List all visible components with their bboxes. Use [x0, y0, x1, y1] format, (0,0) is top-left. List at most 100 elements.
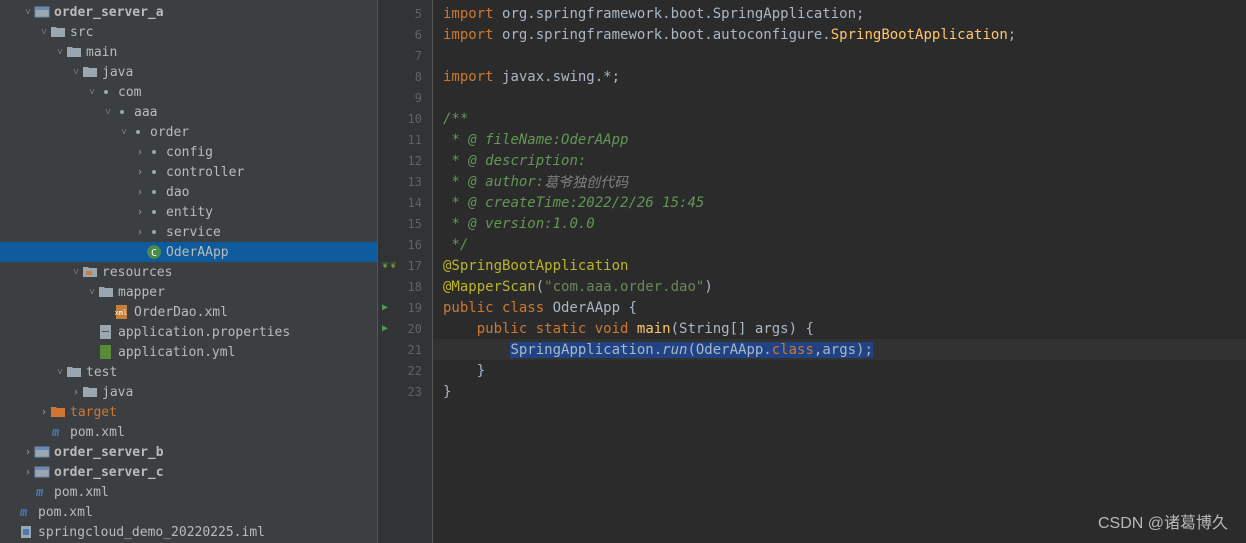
code-token: ;: [864, 342, 872, 358]
code-line[interactable]: import javax.swing.*;: [433, 66, 1246, 87]
run-icon[interactable]: ▶: [382, 323, 388, 334]
code-line[interactable]: @SpringBootApplication: [433, 255, 1246, 276]
code-line[interactable]: [433, 45, 1246, 66]
code-line[interactable]: * @ description:: [433, 150, 1246, 171]
line-number[interactable]: 15: [378, 213, 432, 234]
tree-row-order-server-c[interactable]: ›order_server_c: [0, 462, 377, 482]
tree-row-order[interactable]: ˅order: [0, 122, 377, 142]
code-line[interactable]: */: [433, 234, 1246, 255]
chevron-down-icon[interactable]: ˅: [86, 87, 98, 98]
tree-row-application-properties[interactable]: application.properties: [0, 322, 377, 342]
tree-row-java[interactable]: › java: [0, 382, 377, 402]
chevron-right-icon[interactable]: ›: [134, 187, 146, 198]
tree-row-main[interactable]: ˅main: [0, 42, 377, 62]
code-line[interactable]: * @ fileName:OderAApp: [433, 129, 1246, 150]
line-number[interactable]: 10: [378, 108, 432, 129]
tree-row-orderdao-xml[interactable]: xmlOrderDao.xml: [0, 302, 377, 322]
code-line[interactable]: import org.springframework.boot.SpringAp…: [433, 3, 1246, 24]
tree-label: java: [102, 385, 133, 400]
line-number[interactable]: 7: [378, 45, 432, 66]
tree-row-pom-xml[interactable]: mpom.xml: [0, 502, 377, 522]
tree-row-config[interactable]: ›config: [0, 142, 377, 162]
line-number[interactable]: 17❦❦: [378, 255, 432, 276]
excluded-icon: [50, 404, 66, 420]
line-number[interactable]: 14: [378, 192, 432, 213]
tree-row-controller[interactable]: ›controller: [0, 162, 377, 182]
tree-row-application-yml[interactable]: application.yml: [0, 342, 377, 362]
tree-row-resources[interactable]: ˅resources: [0, 262, 377, 282]
chevron-down-icon[interactable]: ˅: [54, 47, 66, 58]
tree-row-mapper[interactable]: ˅ mapper: [0, 282, 377, 302]
spring-bean-icon[interactable]: ❦: [390, 260, 396, 271]
chevron-right-icon[interactable]: ›: [134, 227, 146, 238]
code-line[interactable]: [433, 87, 1246, 108]
line-number[interactable]: 19▶: [378, 297, 432, 318]
tree-row-test[interactable]: ˅test: [0, 362, 377, 382]
line-number[interactable]: 5: [378, 3, 432, 24]
line-number[interactable]: 18: [378, 276, 432, 297]
line-number[interactable]: 13: [378, 171, 432, 192]
tree-row-dao[interactable]: ›dao: [0, 182, 377, 202]
line-number[interactable]: 21: [378, 339, 432, 360]
code-token: }: [443, 363, 485, 379]
tree-row-oderaapp[interactable]: COderAApp: [0, 242, 377, 262]
chevron-right-icon[interactable]: ›: [134, 167, 146, 178]
chevron-right-icon[interactable]: ›: [38, 407, 50, 418]
tree-row-target[interactable]: ›target: [0, 402, 377, 422]
chevron-down-icon[interactable]: ˅: [38, 27, 50, 38]
tree-row-src[interactable]: ˅src: [0, 22, 377, 42]
chevron-down-icon[interactable]: ˅: [22, 7, 34, 18]
line-number[interactable]: 16: [378, 234, 432, 255]
tree-row-aaa[interactable]: ˅aaa: [0, 102, 377, 122]
chevron-right-icon[interactable]: ›: [70, 387, 82, 398]
chevron-down-icon[interactable]: ˅: [118, 127, 130, 138]
run-icon[interactable]: ▶: [382, 302, 388, 313]
chevron-right-icon[interactable]: ›: [22, 447, 34, 458]
svg-text:m: m: [35, 485, 44, 499]
tree-row-service[interactable]: ›service: [0, 222, 377, 242]
spring-bean-icon[interactable]: ❦: [382, 260, 388, 271]
chevron-down-icon[interactable]: ˅: [54, 367, 66, 378]
line-number[interactable]: 23: [378, 381, 432, 402]
chevron-down-icon[interactable]: ˅: [70, 67, 82, 78]
line-number[interactable]: 6: [378, 24, 432, 45]
code-line[interactable]: public class OderAApp {: [433, 297, 1246, 318]
line-number[interactable]: 22: [378, 360, 432, 381]
code-line[interactable]: * @ author:葛爷独创代码: [433, 171, 1246, 192]
chevron-down-icon[interactable]: ˅: [70, 267, 82, 278]
tree-row-pom-xml[interactable]: mpom.xml: [0, 422, 377, 442]
code-line[interactable]: import org.springframework.boot.autoconf…: [433, 24, 1246, 45]
code-line[interactable]: * @ version:1.0.0: [433, 213, 1246, 234]
code-area[interactable]: import org.springframework.boot.SpringAp…: [433, 0, 1246, 543]
code-line[interactable]: @MapperScan("com.aaa.order.dao"): [433, 276, 1246, 297]
code-editor[interactable]: 567891011121314151617❦❦1819▶20▶212223 im…: [378, 0, 1246, 543]
chevron-right-icon[interactable]: ›: [22, 467, 34, 478]
code-line[interactable]: }: [433, 381, 1246, 402]
tree-row-pom-xml[interactable]: mpom.xml: [0, 482, 377, 502]
line-number[interactable]: 9: [378, 87, 432, 108]
code-line[interactable]: public static void main(String[] args) {: [433, 318, 1246, 339]
chevron-down-icon[interactable]: ˅: [102, 107, 114, 118]
project-tree[interactable]: ˅order_server_a˅src˅main˅java˅com˅aaa˅or…: [0, 0, 378, 543]
svg-text:m: m: [51, 425, 60, 439]
line-number[interactable]: 20▶: [378, 318, 432, 339]
tree-label: mapper: [118, 285, 165, 300]
chevron-right-icon[interactable]: ›: [134, 207, 146, 218]
tree-row-entity[interactable]: ›entity: [0, 202, 377, 222]
code-line[interactable]: /**: [433, 108, 1246, 129]
chevron-right-icon[interactable]: ›: [134, 147, 146, 158]
code-token: SpringApplication.: [510, 342, 662, 358]
code-line[interactable]: SpringApplication.run(OderAApp.class,arg…: [433, 339, 1246, 360]
line-number[interactable]: 12: [378, 150, 432, 171]
tree-row-java[interactable]: ˅java: [0, 62, 377, 82]
line-number[interactable]: 11: [378, 129, 432, 150]
tree-row-springcloud-demo-20220225-iml[interactable]: springcloud_demo_20220225.iml: [0, 522, 377, 542]
chevron-down-icon[interactable]: ˅: [86, 287, 98, 298]
tree-row-order-server-a[interactable]: ˅order_server_a: [0, 2, 377, 22]
code-line[interactable]: }: [433, 360, 1246, 381]
tree-row-order-server-b[interactable]: ›order_server_b: [0, 442, 377, 462]
code-token: ;: [856, 6, 864, 22]
line-number[interactable]: 8: [378, 66, 432, 87]
tree-row-com[interactable]: ˅com: [0, 82, 377, 102]
code-line[interactable]: * @ createTime:2022/2/26 15:45: [433, 192, 1246, 213]
